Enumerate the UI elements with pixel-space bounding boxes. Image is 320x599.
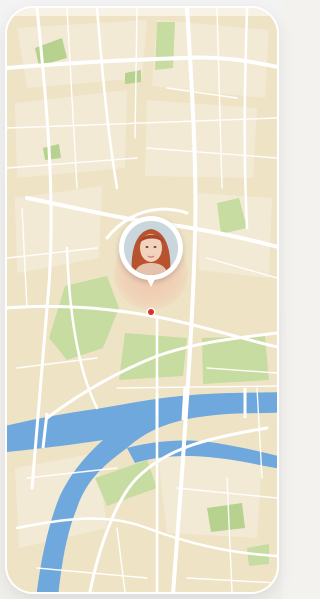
status-bar (7, 8, 277, 16)
page (0, 0, 282, 599)
phone-screen (7, 8, 277, 592)
location-dot-icon (148, 309, 154, 315)
avatar-bubble[interactable] (119, 216, 183, 287)
user-location-marker[interactable] (106, 216, 196, 320)
user-avatar-icon (124, 221, 178, 275)
